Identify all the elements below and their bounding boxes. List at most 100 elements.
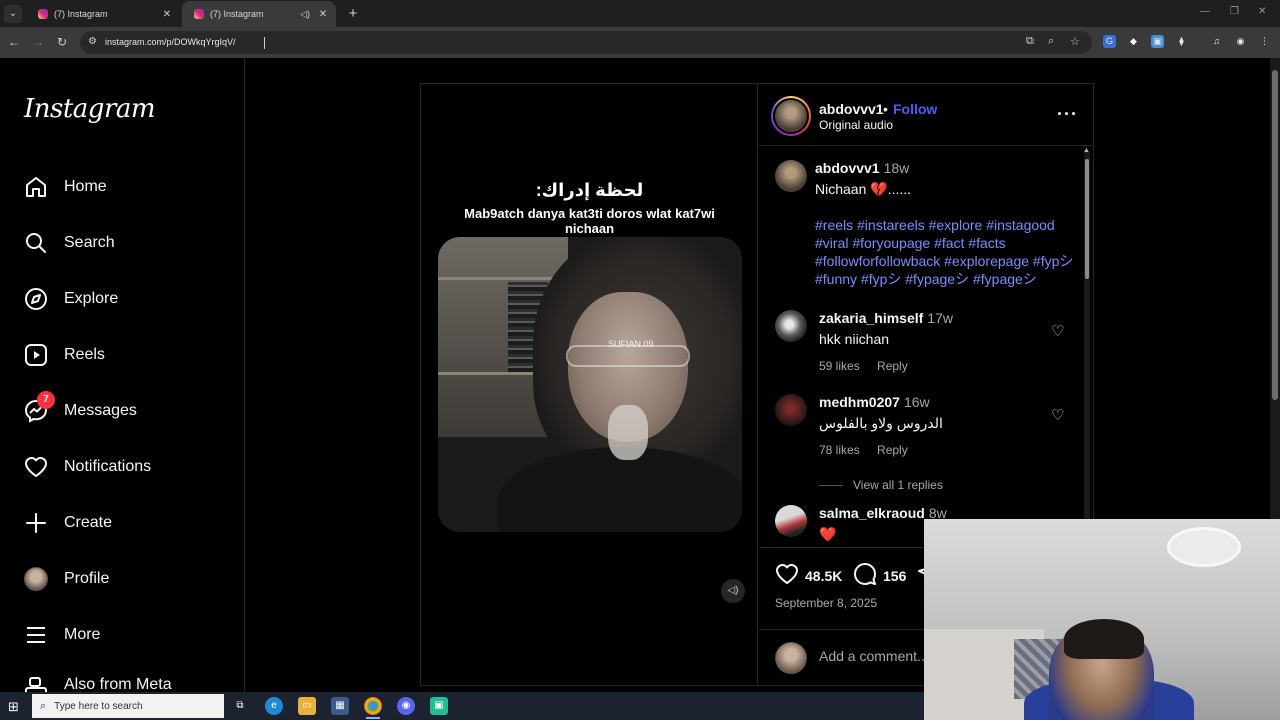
translate-extension-icon[interactable]: G (1103, 35, 1116, 48)
original-audio-link[interactable]: Original audio (819, 118, 893, 132)
bookmark-star-icon[interactable]: ☆ (1070, 35, 1080, 48)
audio-mute-icon[interactable]: ◁) (721, 579, 745, 603)
browser-tab-2[interactable]: (7) Instagram ◁) ✕ (182, 1, 336, 27)
heart-icon (24, 455, 48, 479)
extension-blue-icon[interactable]: ▣ (1151, 35, 1164, 48)
nav-label: More (64, 626, 101, 643)
address-bar[interactable]: ⚙ instagram.com/p/DOWkqYrgIqV/ ⧉ ⌕ ☆ (80, 31, 1092, 54)
like-comment-heart-icon[interactable]: ♡ (1051, 322, 1064, 340)
post-header: abdovvv1 • Follow Original audio ··· (759, 84, 1093, 146)
install-app-icon[interactable]: ⧉ (1026, 35, 1034, 48)
nav-create[interactable]: Create (24, 508, 112, 538)
comments-scroll-thumb[interactable] (1085, 159, 1089, 279)
nav-also-from-meta[interactable]: Also from Meta (24, 676, 172, 692)
comment-username[interactable]: zakaria_himself (819, 310, 923, 326)
likes-count[interactable]: 48.5K (805, 568, 842, 584)
compass-icon (24, 287, 48, 311)
edge-browser-icon[interactable]: e (265, 697, 283, 715)
follow-button[interactable]: Follow (893, 101, 937, 117)
scroll-up-icon[interactable]: ▲ (1083, 147, 1090, 154)
nav-label: Notifications (64, 458, 152, 475)
tab-close-icon[interactable]: ✕ (160, 9, 174, 20)
extensions-puzzle-icon[interactable]: ⧫ (1175, 35, 1188, 48)
like-comment-heart-icon[interactable]: ♡ (1051, 406, 1064, 424)
avatar-icon (24, 567, 48, 591)
chrome-icon[interactable] (364, 697, 382, 715)
comment-likes[interactable]: 78 likes (819, 443, 860, 457)
separator-dot: • (883, 101, 888, 117)
post-date[interactable]: September 8, 2025 (775, 596, 877, 610)
zoom-icon[interactable]: ⌕ (1048, 35, 1054, 48)
profile-icon[interactable]: ◉ (1234, 35, 1247, 48)
store-icon[interactable]: ▦ (331, 697, 349, 715)
instagram-logo[interactable]: Instagram (24, 94, 156, 124)
comment-time[interactable]: 17w (927, 310, 953, 326)
windows-start-icon[interactable]: ⊞ (8, 699, 19, 715)
search-icon: ⌕ (40, 699, 47, 712)
audio-playing-icon[interactable]: ◁) (300, 9, 310, 20)
restore-icon[interactable]: ❐ (1230, 6, 1239, 17)
site-info-icon[interactable]: ⚙ (88, 36, 97, 47)
media-control-icon[interactable]: ♫ (1210, 35, 1223, 48)
home-icon (24, 175, 48, 199)
browser-menu-icon[interactable]: ⋮ (1258, 35, 1271, 48)
url-text[interactable]: instagram.com/p/DOWkqYrgIqV/ (105, 37, 236, 47)
tab-title: (7) Instagram (210, 9, 264, 19)
reel-subtitle-text: Mab9atch danya kat3ti doros wlat kat7wi … (464, 206, 715, 236)
caption-time[interactable]: 18w (884, 160, 910, 176)
nav-home[interactable]: Home (24, 172, 107, 202)
like-heart-icon[interactable] (775, 562, 799, 592)
caption-username[interactable]: abdovvv1 (815, 160, 880, 176)
commenter-avatar[interactable] (775, 394, 807, 426)
file-explorer-icon[interactable]: ▭ (298, 697, 316, 715)
author-username[interactable]: abdovvv1 (819, 101, 884, 117)
page-scroll-thumb[interactable] (1272, 70, 1278, 400)
close-window-icon[interactable]: ✕ (1258, 6, 1266, 17)
comment-username[interactable]: salma_elkraoud (819, 505, 925, 521)
comment-reply-button[interactable]: Reply (877, 443, 908, 457)
nav-notifications[interactable]: Notifications (24, 452, 151, 482)
nav-label: Messages (64, 402, 137, 419)
caption-hashtags[interactable]: #reels #instareels #explore #instagood #… (815, 216, 1075, 288)
extension-diamond-icon[interactable]: ◆ (1127, 35, 1140, 48)
comment-time[interactable]: 16w (904, 394, 930, 410)
nav-explore[interactable]: Explore (24, 284, 118, 314)
nav-label: Explore (64, 290, 119, 307)
commenter-avatar[interactable] (775, 310, 807, 342)
comments-count[interactable]: 156 (883, 568, 906, 584)
messages-badge: 7 (37, 391, 55, 409)
nav-reels[interactable]: Reels (24, 340, 105, 370)
app-icon[interactable]: ▣ (430, 697, 448, 715)
discord-icon[interactable]: ◉ (397, 697, 415, 715)
comment-username[interactable]: medhm0207 (819, 394, 900, 410)
comment-reply-button[interactable]: Reply (877, 359, 908, 373)
more-options-icon[interactable]: ··· (1057, 104, 1078, 125)
nav-label: Also from Meta (64, 676, 172, 692)
author-avatar[interactable] (771, 96, 811, 136)
nav-label: Home (64, 178, 107, 195)
nav-messages[interactable]: 7 Messages (24, 391, 137, 426)
forward-arrow-icon[interactable]: → (30, 34, 46, 50)
tab-search-icon[interactable]: ⌄ (4, 5, 22, 23)
minimize-icon[interactable]: — (1200, 6, 1210, 17)
commenter-avatar[interactable] (775, 505, 807, 537)
reel-video[interactable]: لحظة إدراك: Mab9atch danya kat3ti doros … (421, 84, 758, 685)
instagram-sidebar: Instagram Home Search Explore Reels 7 Me… (0, 58, 245, 692)
comment-likes[interactable]: 59 likes (819, 359, 860, 373)
browser-tab-1[interactable]: (7) Instagram ✕ (26, 1, 180, 27)
reel-watermark: SUFIAN.09 (608, 339, 654, 349)
tab-title: (7) Instagram (54, 9, 108, 19)
task-view-icon[interactable]: ⧉ (231, 697, 249, 715)
taskbar-search[interactable]: ⌕ Type here to search (32, 694, 224, 718)
author-avatar[interactable] (775, 160, 807, 192)
tab-close-icon[interactable]: ✕ (316, 9, 330, 20)
view-replies-button[interactable]: View all 1 replies (819, 478, 1019, 492)
back-arrow-icon[interactable]: ← (6, 34, 22, 50)
nav-profile[interactable]: Profile (24, 564, 109, 594)
reload-icon[interactable]: ↻ (54, 34, 70, 50)
new-tab-button[interactable]: + (344, 5, 362, 23)
nav-more[interactable]: More (24, 620, 100, 650)
comment-bubble-icon[interactable] (853, 562, 877, 592)
nav-search[interactable]: Search (24, 228, 115, 258)
ceiling-light (1167, 527, 1241, 567)
